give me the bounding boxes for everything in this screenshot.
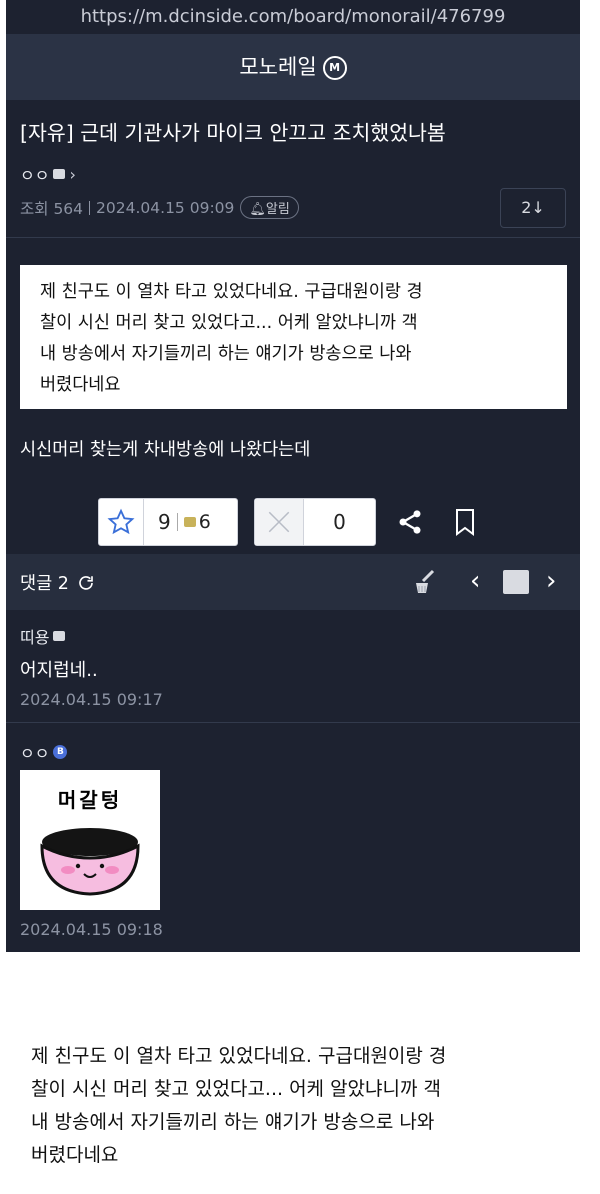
quote-line: 찰이 시신 머리 찾고 있었다고... 어케 알았냐니까 객: [40, 313, 418, 333]
fixed-nick-icon: [53, 169, 66, 179]
meta-divider: [89, 200, 91, 215]
list-view-icon[interactable]: [503, 570, 529, 594]
post-date: 2024.04.15 09:09: [96, 198, 235, 217]
comments-label: 댓글 2: [20, 574, 69, 594]
chevron-right-icon: ›: [69, 164, 76, 184]
quote-line: 버렸다네요: [31, 1144, 119, 1166]
quote-line: 제 친구도 이 열차 타고 있었다네요. 구급대원이랑 경: [40, 282, 423, 302]
star-icon: [99, 499, 144, 545]
recommend-button[interactable]: 9 6: [98, 498, 238, 546]
bookmark-icon[interactable]: [454, 508, 476, 536]
fixed-nick-icon: [53, 631, 66, 641]
quote-line: 내 방송에서 자기들끼리 하는 얘기가 방송으로 나와: [40, 344, 412, 364]
author-nick: ㅇㅇ: [20, 166, 50, 185]
bottom-quote: 제 친구도 이 열차 타고 있었다네요. 구급대원이랑 경 찰이 시신 머리 찾…: [31, 1040, 591, 1172]
comment-nick[interactable]: 띠용: [20, 624, 66, 648]
quote-line: 버렸다네요: [40, 375, 121, 395]
fixed-recommend-count: 6: [198, 511, 211, 533]
quoted-text-box: 제 친구도 이 열차 타고 있었다네요. 구급대원이랑 경 찰이 시신 머리 찾…: [20, 265, 567, 409]
comment-author: ㅇㅇ: [20, 744, 50, 763]
quote-line: 내 방송에서 자기들끼리 하는 얘기가 방송으로 나와: [31, 1111, 435, 1133]
comment-nick[interactable]: ㅇㅇ B: [20, 740, 68, 764]
divider: [176, 513, 178, 531]
chevron-left-icon[interactable]: ‹: [470, 566, 480, 596]
comments-bar: 댓글 2 ‹ ›: [6, 554, 580, 610]
view-count: 조회 564: [20, 199, 84, 218]
fixed-recommend-icon: [183, 517, 196, 527]
comment-date: 2024.04.15 09:17: [20, 690, 163, 709]
alarm-label: 알림: [265, 202, 290, 217]
nonrecommend-button[interactable]: 0: [254, 498, 376, 546]
comment-author: 띠용: [20, 628, 50, 647]
badge-icon: B: [53, 745, 68, 759]
minor-gallery-badge: M: [322, 56, 347, 80]
brush-icon[interactable]: [411, 568, 439, 596]
divider: [6, 237, 580, 238]
post-author[interactable]: ㅇㅇ ›: [20, 162, 76, 186]
comment-text: 어지럽네..: [20, 660, 98, 681]
gallery-header: 모노레일 M: [6, 34, 580, 100]
nonrecommend-count: 0: [333, 510, 346, 534]
url-bar[interactable]: https://m.dcinside.com/board/monorail/47…: [6, 0, 580, 34]
x-icon: [255, 499, 304, 545]
fixed-recommend: 6: [183, 511, 211, 533]
chevron-right-icon[interactable]: ›: [546, 566, 556, 596]
refresh-icon[interactable]: [77, 574, 95, 592]
alarm-button[interactable]: 🔔︎알림: [240, 196, 299, 219]
comment-date: 2024.04.15 09:18: [20, 920, 163, 939]
pink-blob-icon: [40, 828, 140, 896]
share-icon[interactable]: [396, 508, 424, 536]
comments-header: 댓글 2: [20, 570, 95, 595]
app-screen: https://m.dcinside.com/board/monorail/47…: [6, 0, 580, 952]
bell-icon: 🔔︎: [249, 202, 266, 217]
quote-line: 제 친구도 이 열차 타고 있었다네요. 구급대원이랑 경: [31, 1045, 447, 1067]
gallery-title[interactable]: 모노레일: [239, 55, 316, 79]
recommend-count: 9: [158, 510, 171, 534]
post-body: 시신머리 찾는게 차내방송에 나왔다는데: [20, 440, 311, 460]
dccon-image[interactable]: 머갈텅: [20, 770, 160, 910]
quote-line: 찰이 시신 머리 찾고 있었다고... 어케 알았냐니까 객: [31, 1078, 441, 1100]
comment-jump-button[interactable]: 2↓: [500, 188, 566, 228]
divider: [6, 722, 580, 723]
url-text: https://m.dcinside.com/board/monorail/47…: [80, 6, 506, 27]
post-title: [자유] 근데 기관사가 마이크 안끄고 조치했었나봄: [20, 121, 446, 145]
post-meta: 조회 564 2024.04.15 09:09 🔔︎알림: [20, 196, 299, 219]
